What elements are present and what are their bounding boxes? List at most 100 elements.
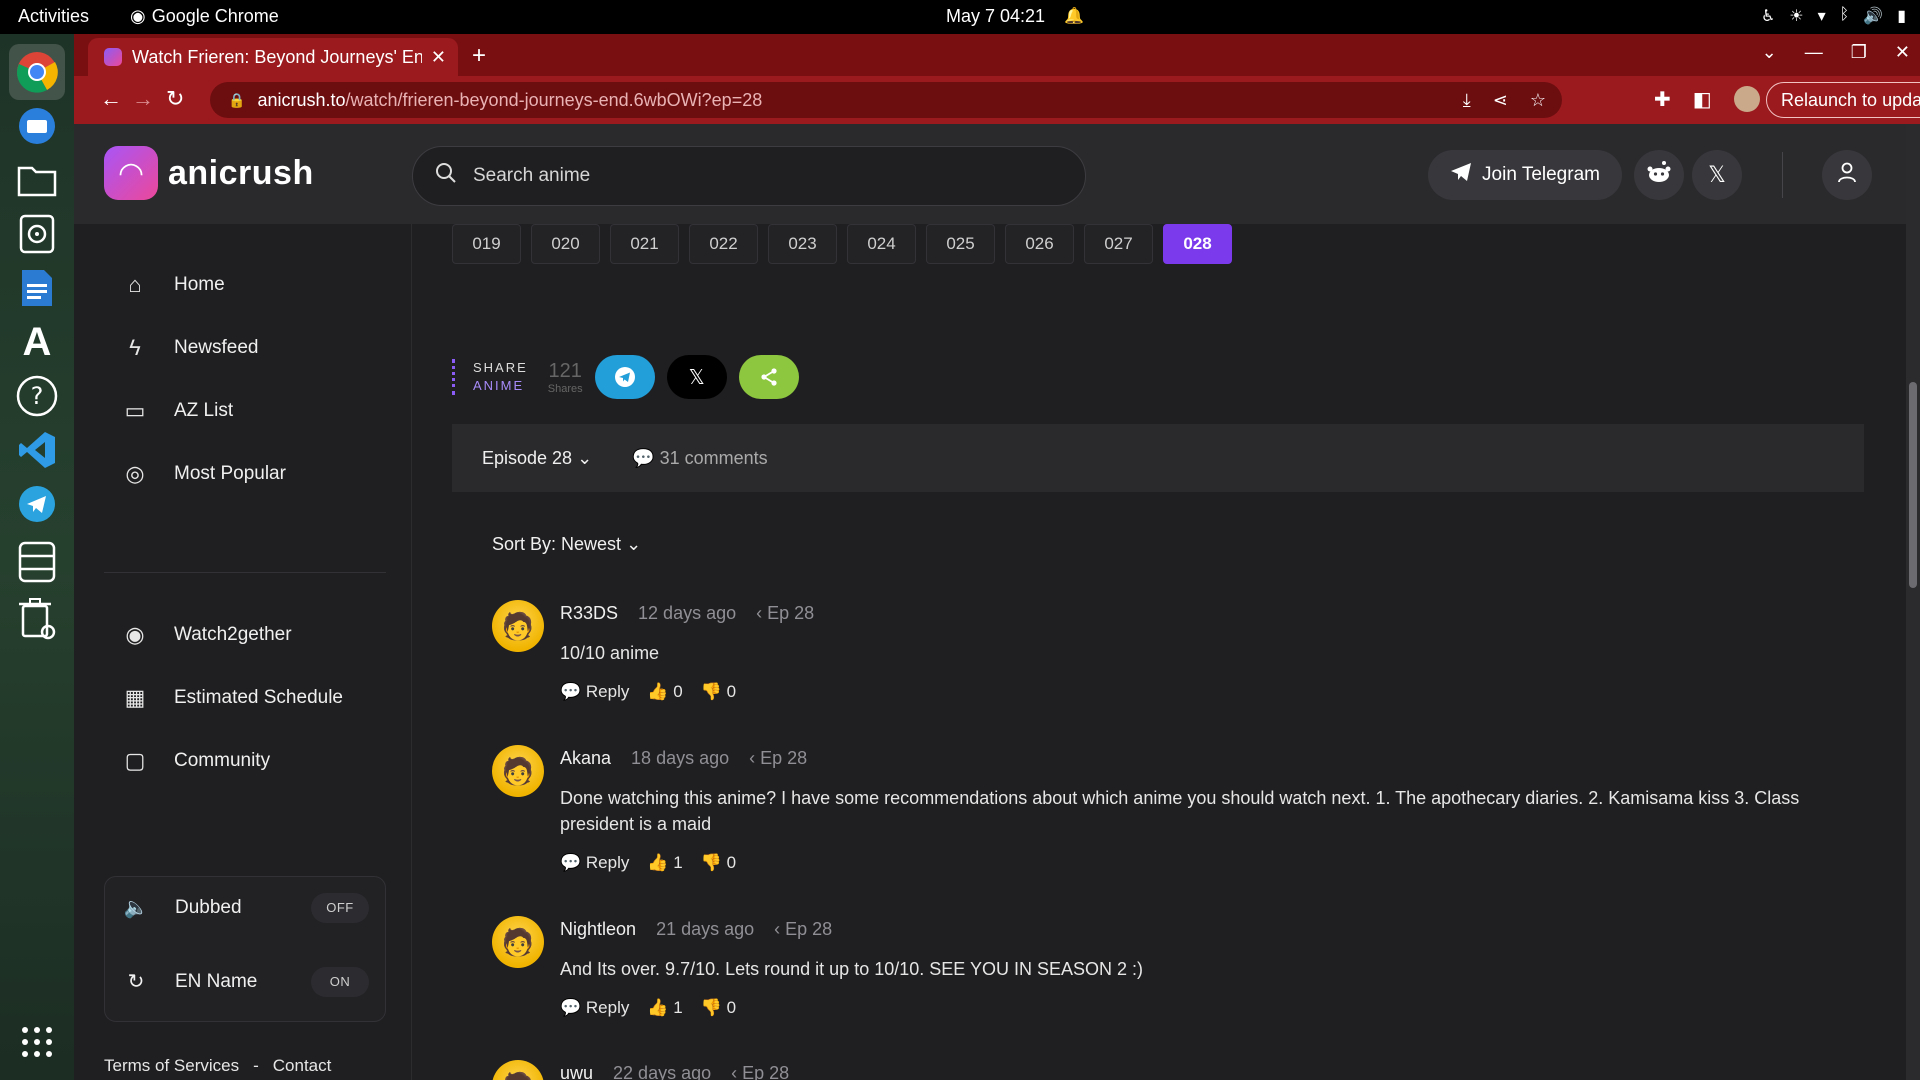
thunderbird-dock-icon[interactable] (9, 98, 65, 154)
avatar[interactable]: 🧑 (492, 1060, 544, 1080)
sidebar-item-home[interactable]: ⌂ Home (122, 272, 224, 298)
scrollbar-thumb[interactable] (1909, 382, 1917, 588)
sidebar-item-most-popular[interactable]: ◎ Most Popular (122, 461, 286, 487)
rhythmbox-dock-icon[interactable] (9, 206, 65, 262)
address-bar[interactable]: 🔒 anicrush.to/watch/frieren-beyond-journ… (210, 82, 1562, 118)
sort-dropdown[interactable]: Sort By: Newest ⌄ (492, 534, 641, 555)
sidebar-item-label: Newsfeed (174, 337, 259, 358)
clock[interactable]: May 7 04:21 (946, 6, 1045, 27)
contact-link[interactable]: Contact (273, 1056, 332, 1076)
episode-button[interactable]: 019 (452, 224, 521, 264)
user-account-button[interactable] (1822, 150, 1872, 200)
x-social-button[interactable]: 𝕏 (1692, 150, 1742, 200)
new-tab-button[interactable]: + (472, 42, 486, 70)
reply-label: Reply (585, 998, 630, 1017)
share-count-label: Shares (547, 382, 583, 395)
lightning-icon: ϟ (129, 335, 141, 360)
relaunch-button[interactable]: Relaunch to update ⋮ (1766, 82, 1920, 118)
help-dock-icon[interactable]: ? (9, 368, 65, 424)
episode-button[interactable]: 026 (1005, 224, 1074, 264)
comment-username[interactable]: uwu (560, 1063, 593, 1080)
episode-button[interactable]: 021 (610, 224, 679, 264)
software-center-dock-icon[interactable]: A (9, 314, 65, 370)
sidebar-item-label: Estimated Schedule (174, 687, 343, 708)
reply-button[interactable]: 💬 Reply (560, 998, 629, 1018)
window-controls: ⌄ — ❐ ✕ (1762, 42, 1910, 63)
vscode-dock-icon[interactable] (9, 422, 65, 478)
en-name-toggle[interactable]: ON (311, 966, 369, 997)
search-input[interactable] (473, 165, 1033, 187)
browser-tab-active[interactable]: Watch Frieren: Beyond Journeys' End ✕ (88, 38, 458, 76)
search-box[interactable] (412, 146, 1086, 206)
site-logo[interactable]: ◠ anicrush (104, 146, 314, 200)
url-path: /watch/frieren-beyond-journeys-end.6wbOW… (345, 89, 763, 110)
profile-avatar[interactable] (1733, 86, 1760, 112)
back-icon[interactable]: ← (100, 86, 122, 112)
maximize-icon[interactable]: ❐ (1851, 42, 1867, 63)
activities-button[interactable]: Activities (18, 6, 89, 27)
comment-username[interactable]: Akana (560, 748, 611, 769)
reload-icon[interactable]: ↻ (166, 86, 184, 112)
episode-button[interactable]: 023 (768, 224, 837, 264)
avatar[interactable]: 🧑 (492, 916, 544, 968)
like-button[interactable]: 👍 1 (647, 853, 682, 873)
tab-search-icon[interactable]: ⌄ (1762, 42, 1777, 63)
minimize-icon[interactable]: — (1805, 42, 1823, 63)
episode-button[interactable]: 022 (689, 224, 758, 264)
episode-button[interactable]: 024 (847, 224, 916, 264)
dubbed-toggle-row[interactable]: 🔈 Dubbed OFF (123, 892, 369, 923)
dislike-button[interactable]: 👎 0 (701, 682, 736, 702)
comment-episode-label: Ep 28 (760, 748, 808, 768)
files-dock-icon[interactable] (9, 152, 65, 208)
sidebar-item-az-list[interactable]: ▭ AZ List (122, 398, 234, 424)
system-tray[interactable]: ♿ ☀ ▾ ᛒ 🔊 ▮ (1761, 6, 1906, 26)
sidebar-item-watch2gether[interactable]: ◉ Watch2gether (122, 622, 291, 648)
join-telegram-button[interactable]: Join Telegram (1428, 150, 1622, 200)
sidebar-item-community[interactable]: ▢ Community (122, 748, 270, 774)
share-page-icon[interactable]: ⋖ (1493, 90, 1508, 111)
app-menu[interactable]: ◉ Google Chrome (130, 6, 279, 27)
writer-dock-icon[interactable] (9, 260, 65, 316)
reply-button[interactable]: 💬 Reply (560, 853, 629, 873)
forward-icon[interactable]: → (132, 86, 154, 112)
trash-dock-icon[interactable] (9, 590, 65, 646)
like-button[interactable]: 👍 0 (647, 682, 682, 702)
comment-username[interactable]: R33DS (560, 603, 618, 624)
comment-time: 22 days ago (613, 1063, 712, 1080)
bookmark-star-icon[interactable]: ☆ (1530, 90, 1546, 111)
app-grid-icon[interactable] (9, 1014, 65, 1070)
like-button[interactable]: 👍 1 (647, 998, 682, 1018)
episode-button[interactable]: 027 (1084, 224, 1153, 264)
episode-button-current[interactable]: 028 (1163, 224, 1232, 264)
telegram-dock-icon[interactable] (9, 476, 65, 532)
comment-username[interactable]: Nightleon (560, 919, 636, 940)
comment-actions: 💬 Reply 👍 1 👎 0 (560, 853, 736, 873)
dislike-button[interactable]: 👎 0 (701, 998, 736, 1018)
avatar[interactable]: 🧑 (492, 600, 544, 652)
reply-button[interactable]: 💬 Reply (560, 682, 629, 702)
episode-select[interactable]: Episode 28 ⌄ (482, 448, 592, 469)
close-window-icon[interactable]: ✕ (1895, 42, 1910, 63)
terms-link[interactable]: Terms of Services (104, 1056, 239, 1076)
dubbed-toggle[interactable]: OFF (311, 892, 369, 923)
dislike-button[interactable]: 👎 0 (701, 853, 736, 873)
share-telegram-button[interactable] (594, 355, 655, 399)
avatar[interactable]: 🧑 (492, 745, 544, 797)
reddit-button[interactable] (1634, 150, 1684, 200)
tab-close-icon[interactable]: ✕ (431, 47, 446, 68)
share-x-button[interactable]: 𝕏 (666, 355, 727, 399)
install-icon[interactable]: ⤓ (1463, 90, 1471, 111)
share-generic-button[interactable] (738, 355, 799, 399)
sidebar-item-schedule[interactable]: ▦ Estimated Schedule (122, 685, 343, 711)
episode-button[interactable]: 025 (926, 224, 995, 264)
episode-list: 019 020 021 022 023 024 025 026 027 028 (452, 224, 1232, 264)
sidebar-item-newsfeed[interactable]: ϟ Newsfeed (122, 335, 259, 361)
storage-dock-icon[interactable] (9, 534, 65, 590)
page-scrollbar[interactable] (1906, 124, 1920, 1080)
en-name-toggle-row[interactable]: ↻ EN Name ON (123, 966, 369, 997)
extensions-icon[interactable]: ✚ (1654, 87, 1671, 112)
side-panel-icon[interactable]: ◧ (1693, 87, 1712, 112)
episode-button[interactable]: 020 (531, 224, 600, 264)
chrome-dock-icon[interactable] (9, 44, 65, 100)
sidebar-item-label: Community (174, 750, 271, 771)
